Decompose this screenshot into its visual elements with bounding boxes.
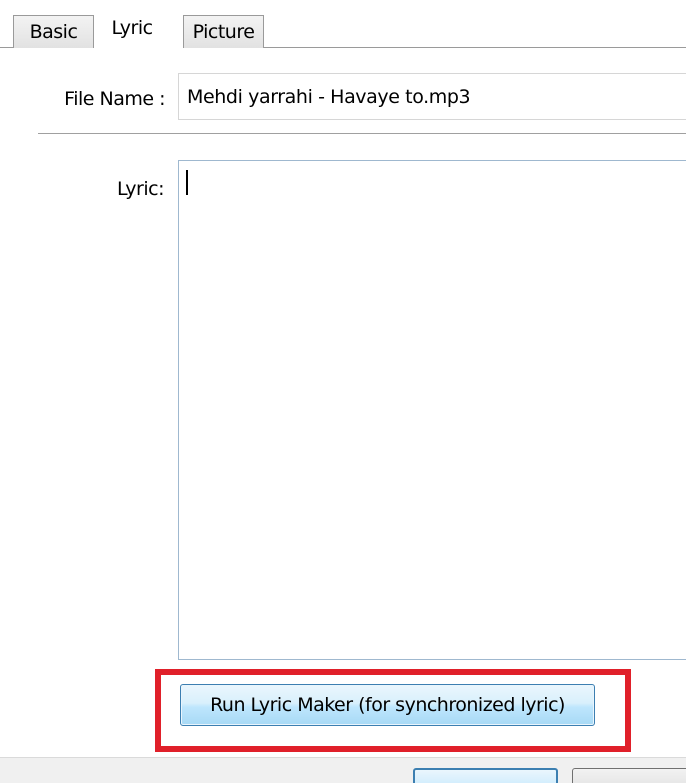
tab-basic[interactable]: Basic: [13, 15, 94, 48]
lyric-textarea[interactable]: [178, 160, 686, 660]
tab-picture[interactable]: Picture: [183, 15, 264, 48]
tab-lyric[interactable]: Lyric: [97, 8, 167, 48]
text-caret: [186, 170, 188, 195]
tag-editor-dialog: Basic Lyric Picture File Name : Mehdi ya…: [0, 0, 686, 783]
tab-strip-border: [264, 47, 686, 48]
tab-strip-border: [0, 47, 13, 48]
file-name-field[interactable]: Mehdi yarrahi - Havaye to.mp3: [178, 73, 686, 120]
separator-highlight: [38, 134, 686, 135]
file-name-label: File Name :: [64, 88, 165, 110]
lyric-label: Lyric:: [116, 178, 165, 200]
ok-button[interactable]: [413, 768, 558, 783]
cancel-button[interactable]: [572, 768, 686, 783]
run-lyric-maker-button[interactable]: Run Lyric Maker (for synchronized lyric): [180, 684, 595, 726]
